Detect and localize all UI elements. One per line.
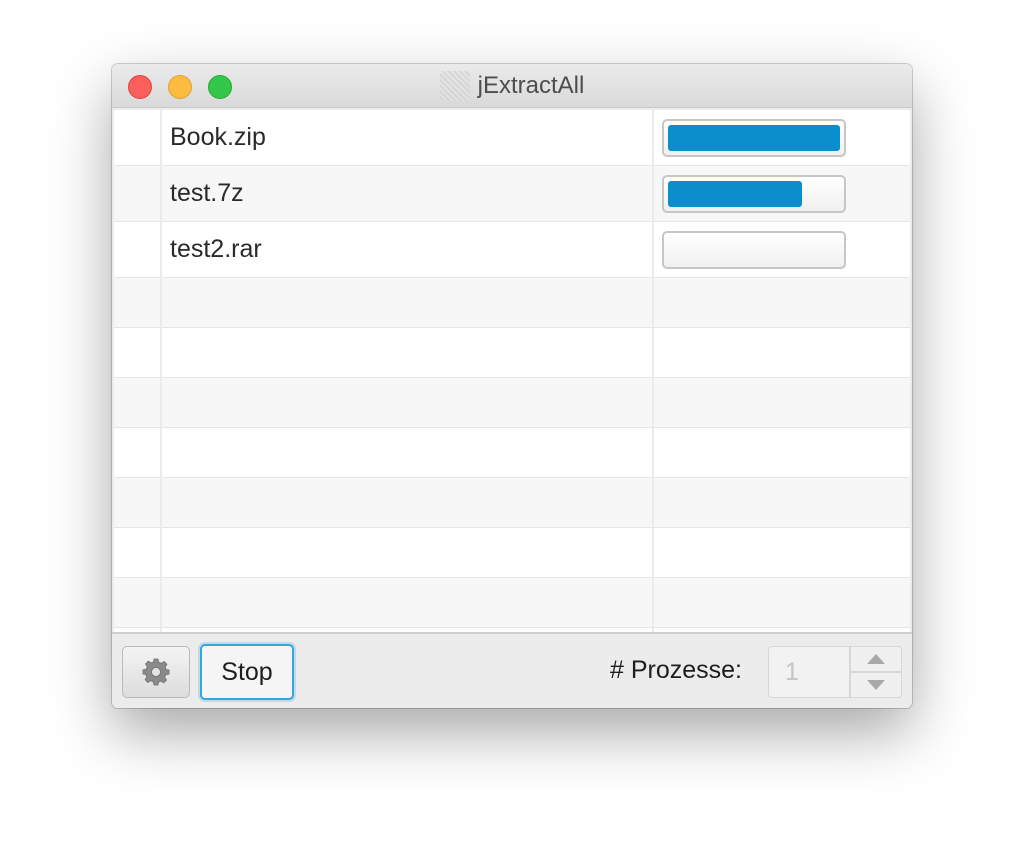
progress-fill: [668, 125, 840, 151]
archive-app-icon: [439, 71, 470, 101]
table-row[interactable]: test.7z: [114, 166, 910, 222]
column-divider: [160, 110, 162, 632]
table-row[interactable]: test2.rar: [114, 222, 910, 278]
table-row[interactable]: Book.zip: [114, 110, 910, 166]
empty-table-row: [114, 378, 910, 428]
gear-icon: [142, 658, 170, 686]
arrow-down-icon: [867, 680, 885, 690]
archive-name-cell: test2.rar: [170, 235, 262, 263]
title-bar[interactable]: jExtractAll: [112, 64, 912, 108]
bottom-toolbar: Stop # Prozesse: 1: [112, 632, 912, 708]
progress-fill: [668, 181, 802, 207]
empty-table-row: [114, 428, 910, 478]
extract-progress-bar: [662, 119, 846, 157]
extract-progress-bar: [662, 175, 846, 213]
window-title: jExtractAll: [477, 72, 585, 99]
column-divider: [652, 110, 654, 632]
empty-table-row: [114, 528, 910, 578]
settings-button[interactable]: [122, 646, 190, 698]
empty-table-row: [114, 328, 910, 378]
processes-label: # Prozesse:: [610, 655, 743, 684]
archive-name-cell: test.7z: [170, 179, 244, 207]
empty-table-row: [114, 578, 910, 628]
empty-table-row: [114, 278, 910, 328]
archive-table[interactable]: Book.zip test.7z test2.rar: [114, 110, 910, 632]
app-window: jExtractAll Book.zip test.7z test2.rar S…: [112, 64, 912, 708]
empty-table-row: [114, 478, 910, 528]
stop-button[interactable]: Stop: [200, 644, 294, 700]
extract-progress-bar: [662, 231, 846, 269]
spinner-decrement-button[interactable]: [850, 672, 902, 698]
arrow-up-icon: [867, 654, 885, 664]
spinner-increment-button[interactable]: [850, 646, 902, 672]
archive-name-cell: Book.zip: [170, 123, 266, 151]
processes-spinner-input[interactable]: 1: [768, 646, 850, 698]
window-title-group: jExtractAll: [112, 64, 912, 108]
